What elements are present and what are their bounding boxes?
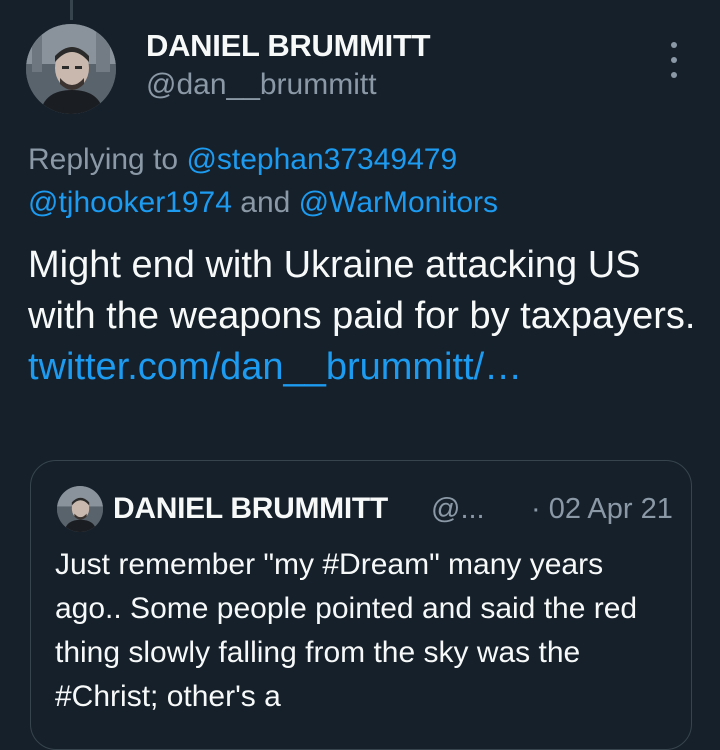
- more-vertical-icon-dot: [671, 57, 677, 63]
- quote-text: Just remember "my #Dream" many years ago…: [55, 548, 638, 713]
- tweet-link[interactable]: twitter.com/​dan__brummitt/…: [28, 346, 522, 388]
- tweet-text: Might end with Ukraine attacking US with…: [28, 244, 696, 337]
- reply-mention-warmonitors[interactable]: @WarMonitors: [299, 186, 498, 219]
- reply-and: and: [231, 186, 299, 219]
- more-vertical-icon-dot: [671, 72, 677, 78]
- quote-author-name: DANIEL BRUMMITT: [113, 492, 388, 525]
- tweet-body: Might end with Ukraine attacking US with…: [28, 240, 708, 393]
- thread-connector-line: [70, 0, 73, 20]
- more-vertical-icon: [671, 42, 677, 48]
- quote-author-avatar: [57, 486, 103, 532]
- quoted-tweet-card[interactable]: DANIEL BRUMMITT @... · 02 Apr 21 Just re…: [30, 460, 692, 750]
- author-avatar[interactable]: [26, 24, 116, 114]
- reply-context: Replying to @stephan37349479 @tjhooker19…: [28, 138, 708, 224]
- quote-date: · 02 Apr 21: [531, 493, 673, 525]
- author-handle[interactable]: @dan__brummitt: [146, 68, 377, 102]
- reply-mention-stephan[interactable]: @stephan37349479: [186, 143, 457, 176]
- reply-mention-tjhooker[interactable]: @tjhooker1974: [28, 186, 232, 219]
- reply-prefix: Replying to: [28, 143, 187, 176]
- author-name[interactable]: DANIEL BRUMMITT: [146, 28, 431, 64]
- quote-author-handle: @...: [431, 493, 485, 525]
- avatar-photo-icon: [57, 486, 103, 532]
- more-options-button[interactable]: [662, 42, 686, 78]
- avatar-photo-icon: [26, 24, 116, 114]
